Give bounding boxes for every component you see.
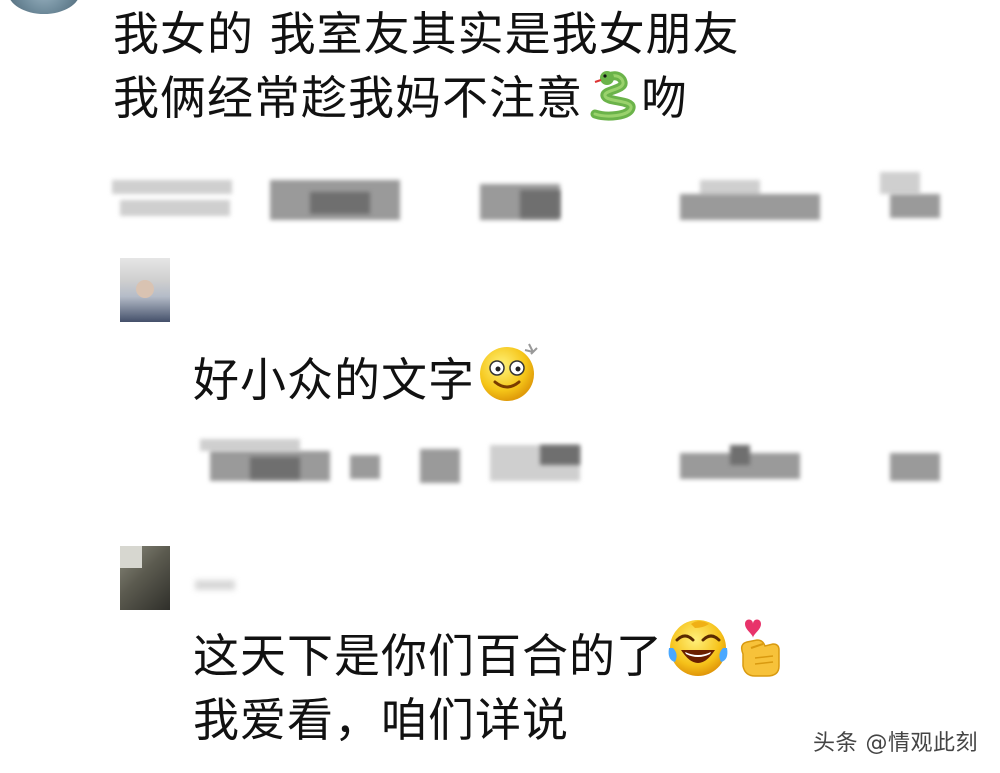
comment-3-text: 这天下是你们百合的了 我爱看，咱们详说 — [193, 614, 783, 752]
comment-line: 我俩经常趁我妈不注意 吻 — [113, 66, 740, 130]
comment-line-part: 这天下是你们百合的了 — [193, 629, 663, 683]
dizzy-smile-icon — [477, 338, 543, 404]
comment-meta-blurred — [110, 172, 950, 224]
comment-1-text: 我女的 我室友其实是我女朋友 我俩经常趁我妈不注意 吻 — [113, 2, 740, 130]
finger-heart-icon — [733, 614, 783, 680]
avatar[interactable] — [8, 0, 80, 14]
comment-line: 我爱看，咱们详说 — [193, 693, 569, 747]
avatar[interactable] — [120, 546, 170, 610]
comment-line-part: 我俩经常趁我妈不注意 — [113, 71, 583, 125]
comment-2-text: 好小众的文字 — [193, 338, 543, 412]
laughing-tears-icon — [665, 614, 731, 680]
avatar[interactable] — [120, 258, 170, 322]
watermark: 头条 @情观此刻 — [813, 731, 978, 756]
comment-thread: 我女的 我室友其实是我女朋友 我俩经常趁我妈不注意 吻 好小众的文字 这天下是你… — [0, 0, 1000, 773]
comment-line: 这天下是你们百合的了 — [193, 614, 783, 688]
comment-meta-blurred — [190, 435, 950, 487]
comment-line: 好小众的文字 — [193, 353, 475, 407]
snake-icon — [585, 66, 641, 122]
username-blurred — [195, 580, 235, 590]
comment-line-part: 吻 — [641, 71, 688, 125]
comment-line: 我女的 我室友其实是我女朋友 — [113, 7, 740, 61]
